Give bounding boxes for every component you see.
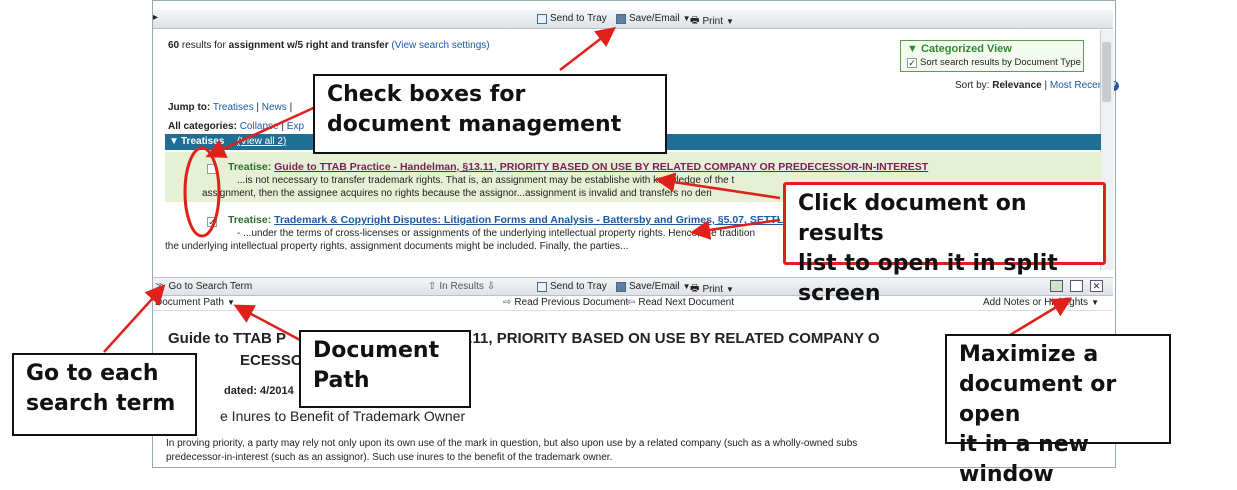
callout-line: Go to each [26,361,159,386]
callout-document-path: Document Path [299,330,471,408]
callout-line: list to open it in split screen [798,251,1058,306]
callout-line: document management [327,112,622,137]
arrow-to-document-path [233,304,301,342]
callout-line: Document [313,338,440,363]
callout-maximize: Maximize a document or open it in a new … [945,334,1171,487]
callout-line: document or open [959,372,1117,427]
arrow-to-result-1 [655,172,781,200]
callout-line: Check boxes for [327,82,526,107]
arrow-to-result-2 [690,218,781,240]
callout-line: it in a new window [959,432,1089,487]
checkbox-highlight-circle [183,146,221,238]
arrow-to-toolbar [559,26,616,71]
callout-line: Maximize a [959,342,1099,367]
callout-check-boxes: Check boxes for document management [313,74,667,154]
callout-line: Path [313,368,370,393]
arrow-to-go-to-search-term [103,284,166,353]
callout-line: Click document on results [798,191,1027,246]
callout-go-to-search-term: Go to each search term [12,353,197,436]
arrow-to-checkbox [205,103,321,158]
callout-click-document: Click document on results list to open i… [783,182,1106,306]
callout-line: search term [26,391,176,416]
